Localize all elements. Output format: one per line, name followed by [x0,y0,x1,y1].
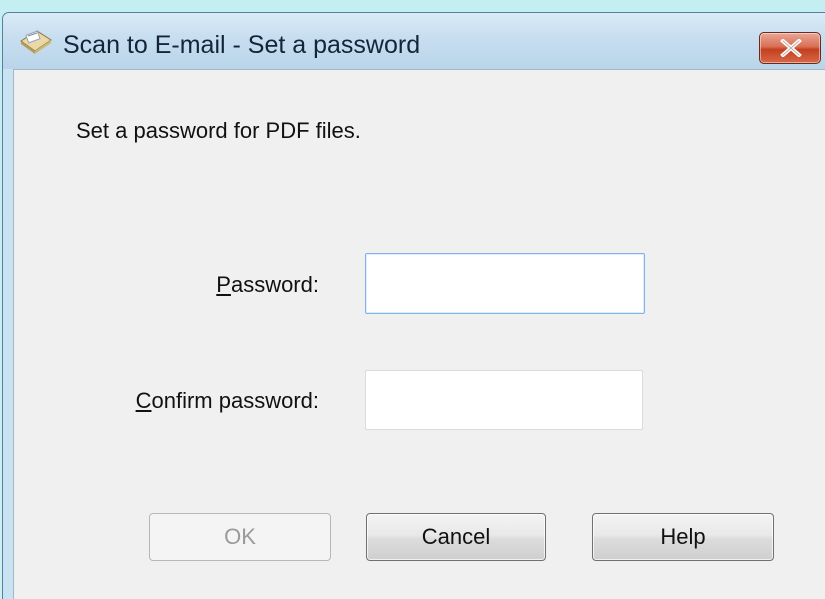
close-icon [780,39,802,57]
password-input[interactable] [365,253,645,314]
confirm-password-input[interactable] [365,370,643,430]
dialog-window: Scan to E-mail - Set a password Set a pa… [2,12,825,599]
instruction-text: Set a password for PDF files. [76,118,361,143]
scanner-envelope-icon [19,27,53,55]
close-button[interactable] [759,32,821,64]
cancel-button[interactable]: Cancel [366,513,546,561]
confirm-password-label-text: onfirm password: [151,388,319,413]
confirm-password-label: Confirm password: [74,388,319,414]
title-bar[interactable]: Scan to E-mail - Set a password [3,13,825,69]
confirm-password-accelerator: C [135,388,152,413]
ok-button[interactable]: OK [149,513,331,561]
window-title: Scan to E-mail - Set a password [63,31,421,59]
password-label-text: assword: [230,272,319,297]
help-button[interactable]: Help [592,513,774,561]
password-accelerator: P [216,272,231,297]
password-label: Password: [174,272,319,298]
dialog-body: Set a password for PDF files. Password: … [13,69,825,599]
